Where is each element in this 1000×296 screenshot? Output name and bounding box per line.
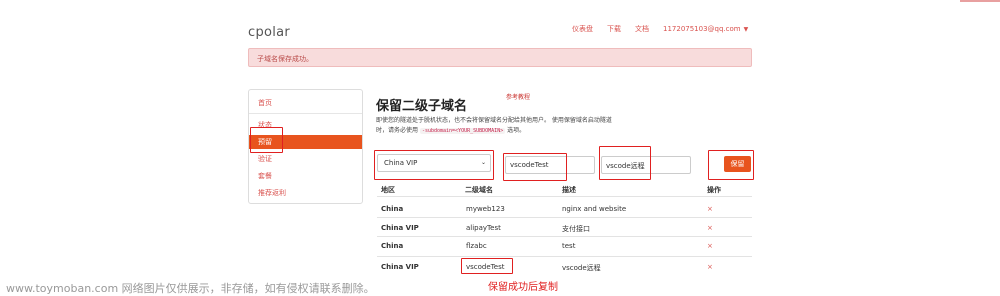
table-row-divider xyxy=(377,217,752,218)
header-description: 描述 xyxy=(562,186,576,194)
row-subdomain: alipayTest xyxy=(466,224,501,232)
delete-icon[interactable]: × xyxy=(707,242,713,250)
delete-icon[interactable]: × xyxy=(707,224,713,232)
annotation-box-reserve xyxy=(250,127,283,153)
row-description: nginx and website xyxy=(562,205,627,213)
description-text-end: 选项。 xyxy=(507,126,526,134)
reference-tutorial-link[interactable]: 参考教程 xyxy=(506,92,530,101)
account-menu[interactable]: 1172075103@qq.com ▼ xyxy=(663,25,748,33)
annotation-box-region xyxy=(374,150,494,180)
row-subdomain: myweb123 xyxy=(466,205,505,213)
row-subdomain: flzabc xyxy=(466,242,487,250)
page-description: 即使您的隧道处于脱机状态，也不会将保留域名分配给其他用户。 使用保留域名启动隧道… xyxy=(376,116,676,136)
nav-download[interactable]: 下载 xyxy=(607,24,621,34)
header-subdomain: 二级域名 xyxy=(465,186,493,194)
nav-dashboard[interactable]: 仪表盘 xyxy=(572,24,593,34)
annotation-box-description xyxy=(599,146,651,180)
description-line-1: 即使您的隧道处于脱机状态，也不会将保留域名分配给其他用户。 使用保留域名启动隧道 xyxy=(376,117,612,124)
caret-down-icon: ▼ xyxy=(743,26,749,33)
table-row-divider xyxy=(377,256,752,257)
description-line-2: 时，请务必使用 -subdomain=<YOUR_SUBDOMAIN> 选项。 xyxy=(376,126,676,137)
row-region: China VIP xyxy=(381,224,419,232)
nav-docs[interactable]: 文档 xyxy=(635,24,649,34)
annotation-box-copied-subdomain xyxy=(461,258,513,274)
row-region: China xyxy=(381,205,404,213)
account-email: 1172075103@qq.com xyxy=(663,25,741,33)
description-text: 时，请务必使用 xyxy=(376,126,419,134)
table-row-divider xyxy=(377,196,752,197)
row-description: test xyxy=(562,242,576,250)
success-alert: 子域名保存成功。 xyxy=(248,48,752,67)
page-title: 保留二级子域名 xyxy=(376,99,468,114)
row-description: 支付接口 xyxy=(562,225,590,233)
annotation-caption: 保留成功后复制 xyxy=(488,282,558,293)
watermark: www.toymoban.com 网络图片仅供展示，非存储，如有侵权请联系删除。 xyxy=(6,282,375,295)
row-region: China VIP xyxy=(381,263,419,271)
top-accent-line xyxy=(960,0,1000,2)
top-nav: 仪表盘 下载 文档 1172075103@qq.com ▼ xyxy=(572,24,748,34)
sidebar-item-plans[interactable]: 套餐 xyxy=(249,169,362,183)
delete-icon[interactable]: × xyxy=(707,205,713,213)
header-action: 操作 xyxy=(707,186,721,194)
sidebar-item-referral[interactable]: 推荐返利 xyxy=(249,186,362,200)
annotation-box-save xyxy=(708,150,754,180)
sidebar-item-verify[interactable]: 验证 xyxy=(249,152,362,166)
sidebar-divider xyxy=(249,113,362,114)
row-region: China xyxy=(381,242,404,250)
header-region: 地区 xyxy=(381,186,395,194)
table-row-divider xyxy=(377,236,752,237)
alert-message: 子域名保存成功。 xyxy=(257,55,313,63)
subdomain-option-code: -subdomain=<YOUR_SUBDOMAIN> xyxy=(419,127,506,134)
delete-icon[interactable]: × xyxy=(707,263,713,271)
logo[interactable]: cpolar xyxy=(248,25,290,40)
sidebar-item-home[interactable]: 首页 xyxy=(249,96,362,110)
annotation-box-subdomain xyxy=(503,153,567,181)
row-description: vscode远程 xyxy=(562,264,601,272)
